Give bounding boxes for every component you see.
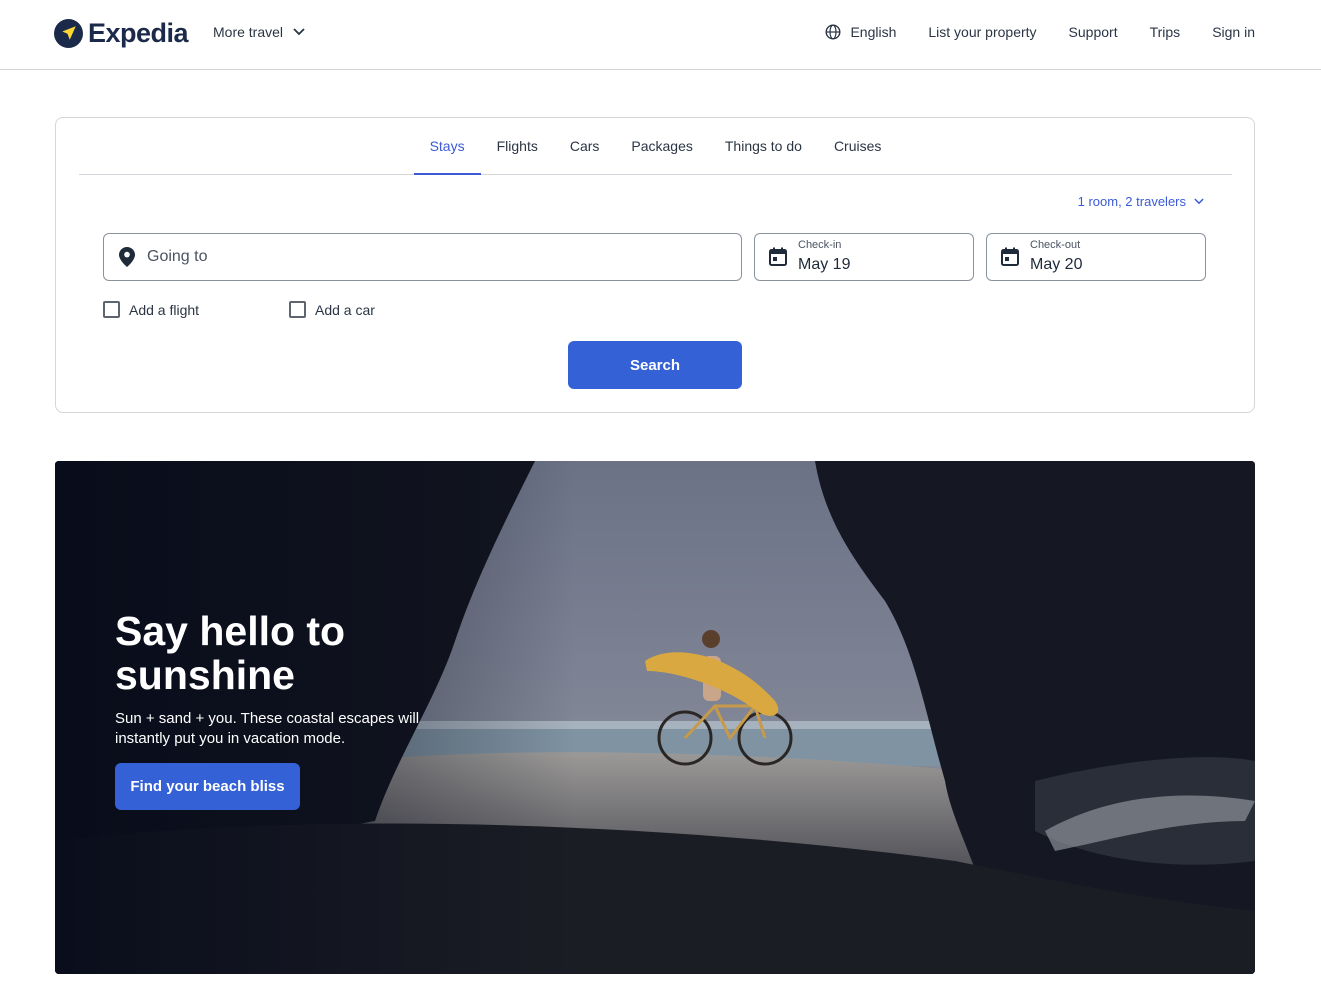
top-header: Expedia More travel English List your pr… <box>0 0 1321 70</box>
search-tabs: Stays Flights Cars Packages Things to do… <box>79 118 1232 175</box>
add-car-checkbox[interactable]: Add a car <box>289 301 375 318</box>
tab-cars[interactable]: Cars <box>554 118 616 174</box>
checkout-value: May 20 <box>1030 256 1083 273</box>
checkout-field[interactable]: Check-out May 20 <box>986 233 1206 281</box>
search-card: Stays Flights Cars Packages Things to do… <box>55 117 1255 413</box>
calendar-icon <box>769 247 787 266</box>
support-link[interactable]: Support <box>1069 24 1118 40</box>
checkout-label: Check-out <box>1030 239 1081 251</box>
destination-placeholder: Going to <box>147 248 208 265</box>
tab-packages[interactable]: Packages <box>615 118 708 174</box>
travelers-selector[interactable]: 1 room, 2 travelers <box>1078 194 1204 209</box>
search-button[interactable]: Search <box>568 341 742 389</box>
hero-banner: Say hello to sunshine Sun + sand + you. … <box>55 461 1255 974</box>
globe-icon <box>825 24 841 40</box>
plane-icon <box>54 18 83 48</box>
add-car-label: Add a car <box>315 301 375 318</box>
trips-link[interactable]: Trips <box>1150 24 1181 40</box>
more-travel-label: More travel <box>213 24 284 40</box>
destination-input[interactable]: Going to <box>103 233 742 281</box>
hero-title: Say hello to sunshine <box>115 608 346 698</box>
location-pin-icon <box>119 247 135 267</box>
add-flight-label: Add a flight <box>129 301 200 318</box>
tab-cruises[interactable]: Cruises <box>818 118 897 174</box>
chevron-down-icon <box>1194 198 1204 205</box>
sign-in-link[interactable]: Sign in <box>1212 24 1255 40</box>
tab-stays[interactable]: Stays <box>413 118 481 175</box>
checkbox-box <box>289 301 306 318</box>
checkin-field[interactable]: Check-in May 19 <box>754 233 974 281</box>
add-flight-checkbox[interactable]: Add a flight <box>103 301 199 318</box>
calendar-icon <box>1001 247 1019 266</box>
hero-subtitle: Sun + sand + you. These coastal escapes … <box>115 710 420 747</box>
checkin-value: May 19 <box>798 256 851 273</box>
language-label: English <box>850 24 897 40</box>
find-beach-bliss-button[interactable]: Find your beach bliss <box>115 763 300 810</box>
tab-flights[interactable]: Flights <box>481 118 554 174</box>
list-property-link[interactable]: List your property <box>928 24 1036 40</box>
more-travel-menu[interactable]: More travel <box>213 24 305 40</box>
chevron-down-icon <box>293 28 305 36</box>
language-selector[interactable]: English <box>825 24 896 40</box>
brand-name: Expedia <box>88 17 189 48</box>
header-nav: English List your property Support Trips… <box>825 24 1255 40</box>
tab-things-to-do[interactable]: Things to do <box>709 118 818 174</box>
checkbox-box <box>103 301 120 318</box>
travelers-label: 1 room, 2 travelers <box>1077 194 1186 209</box>
expedia-logo[interactable]: Expedia <box>54 17 189 49</box>
checkin-label: Check-in <box>798 239 842 251</box>
